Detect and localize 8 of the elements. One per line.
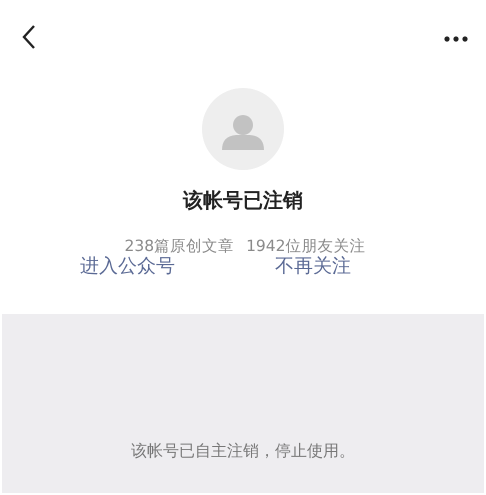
notice-text: 该帐号已自主注销，停止使用。 [131,440,355,462]
stat-text: 238篇原创文章 [124,238,234,256]
action-link[interactable]: 进入公众号 [80,255,175,278]
stat-text: 1942位朋友关注 [246,238,366,256]
more-icon[interactable] [444,36,468,42]
action-link[interactable]: 不再关注 [275,255,351,278]
account-status-title: 该帐号已注销 [182,188,304,212]
back-icon[interactable] [22,24,36,50]
